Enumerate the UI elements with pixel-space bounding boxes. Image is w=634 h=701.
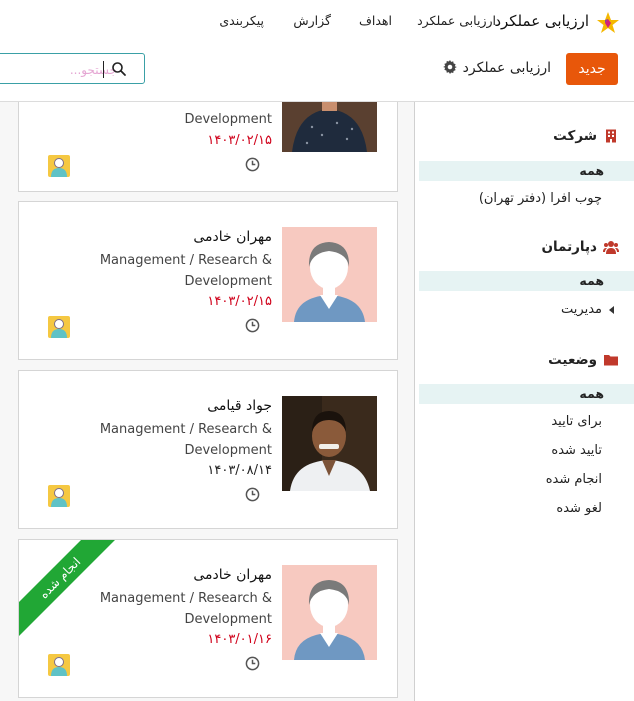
appraisal-card[interactable]: انجام شده مهران خادمی Management / Resea… [18, 539, 398, 698]
avatar-icon[interactable] [48, 155, 70, 177]
users-icon [603, 241, 619, 254]
filter-status-all[interactable]: همه [419, 384, 634, 404]
clock-icon[interactable] [245, 487, 260, 502]
filter-heading-status: وضعیت [548, 352, 597, 368]
filter-department-all[interactable]: همه [419, 271, 634, 291]
filter-status-confirmed[interactable]: تایید شده [551, 443, 602, 458]
appraisal-date: ۱۴۰۳/۰۲/۱۵ [207, 133, 272, 148]
employee-photo [282, 227, 377, 322]
clock-icon[interactable] [245, 656, 260, 671]
avatar-icon[interactable] [48, 654, 70, 676]
employee-department: Management / Research & Development [99, 253, 272, 289]
top-navbar: ارزیابی عملکرد ارزیابی عملکرد اهداف گزار… [0, 0, 634, 44]
panel-divider [414, 102, 415, 701]
appraisal-date: ۱۴۰۳/۰۲/۱۵ [207, 294, 272, 309]
filter-status-cancelled[interactable]: لغو شده [556, 501, 602, 516]
building-icon [606, 129, 616, 143]
employee-photo [282, 565, 377, 660]
caret-left-icon[interactable] [609, 306, 614, 314]
employee-department: Management / Research & Development [99, 591, 272, 627]
appraisal-date: ۱۴۰۳/۰۱/۱۶ [207, 632, 272, 647]
filter-heading-department: دپارتمان [541, 239, 597, 255]
clock-icon[interactable] [245, 318, 260, 333]
filter-heading-company: شرکت [553, 128, 597, 144]
kanban-view: Development ۱۴۰۳/۰۲/۱۵ مهران خادمی Manag… [0, 102, 414, 701]
employee-name: جواد قیامی [207, 398, 272, 414]
filter-department-item[interactable]: مدیریت [561, 302, 602, 317]
search-icon[interactable] [111, 61, 127, 77]
gear-icon[interactable] [443, 60, 457, 74]
avatar-icon[interactable] [48, 316, 70, 338]
appraisal-card[interactable]: جواد قیامی Management / Research & Devel… [18, 370, 398, 529]
employee-name: مهران خادمی [193, 567, 272, 583]
menu-item-appraisal[interactable]: ارزیابی عملکرد [417, 13, 496, 28]
app-title[interactable]: ارزیابی عملکرد [494, 12, 589, 30]
menu-item-configuration[interactable]: پیکربندی [219, 13, 264, 28]
appraisal-card[interactable]: مهران خادمی Management / Research & Deve… [18, 201, 398, 360]
appraisal-card[interactable]: Development ۱۴۰۳/۰۲/۱۵ [18, 102, 398, 192]
filter-status-to-confirm[interactable]: برای تایید [551, 414, 602, 429]
new-button[interactable]: جدید [566, 53, 618, 85]
menu-item-reporting[interactable]: گزارش [293, 13, 331, 28]
menu-item-goals[interactable]: اهداف [359, 13, 392, 28]
filter-company-all[interactable]: همه [419, 161, 634, 181]
employee-department: Management / Research & Development [99, 422, 272, 458]
appraisal-date: ۱۴۰۳/۰۸/۱۴ [207, 463, 272, 478]
avatar-icon[interactable] [48, 485, 70, 507]
clock-icon[interactable] [245, 157, 260, 172]
employee-photo [282, 102, 377, 152]
employee-department: Development [184, 112, 272, 127]
folder-icon [604, 355, 618, 366]
text-cursor [103, 61, 104, 78]
search-box[interactable] [0, 53, 145, 84]
breadcrumb: ارزیابی عملکرد [462, 60, 551, 76]
employee-photo [282, 396, 377, 491]
filter-status-done[interactable]: انجام شده [546, 472, 602, 487]
employee-name: مهران خادمی [193, 229, 272, 245]
search-input[interactable] [3, 59, 119, 81]
filter-company-item[interactable]: چوب افرا (دفتر تهران) [479, 191, 602, 206]
app-logo-icon[interactable] [596, 11, 620, 35]
